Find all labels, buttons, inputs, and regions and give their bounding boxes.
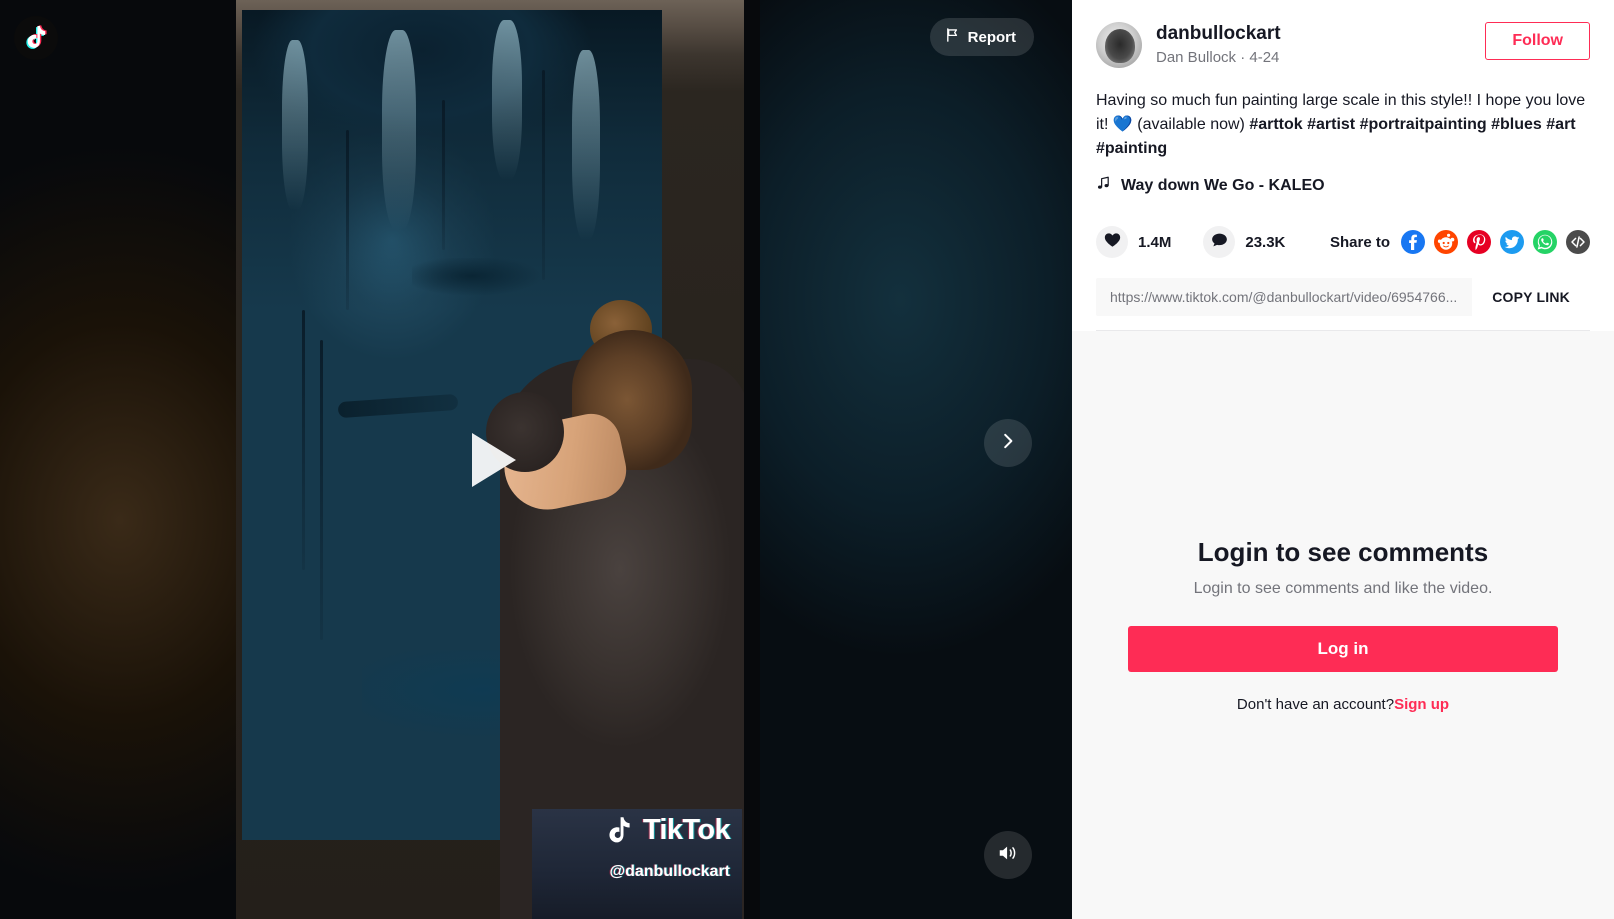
paint-drip bbox=[320, 340, 323, 640]
music-row[interactable]: Way down We Go - KALEO bbox=[1096, 175, 1590, 196]
video-stage: TikTok @danbullockart Report bbox=[0, 0, 1072, 919]
share-row: Share to bbox=[1330, 230, 1590, 254]
author-username[interactable]: danbullockart bbox=[1156, 22, 1485, 46]
paint-streak bbox=[492, 20, 522, 180]
report-label: Report bbox=[967, 28, 1016, 46]
signup-row: Don't have an account?Sign up bbox=[1237, 696, 1449, 713]
reddit-icon[interactable] bbox=[1434, 230, 1458, 254]
paint-drip bbox=[302, 310, 305, 570]
tiktok-video-page: TikTok @danbullockart Report danbullocka… bbox=[0, 0, 1614, 919]
paint-streak bbox=[382, 30, 416, 230]
pinterest-icon[interactable] bbox=[1467, 230, 1491, 254]
share-url-field[interactable]: https://www.tiktok.com/@danbullockart/vi… bbox=[1096, 278, 1473, 316]
share-label: Share to bbox=[1329, 233, 1390, 251]
comment-button[interactable] bbox=[1203, 226, 1236, 258]
info-panel: danbullockart Dan Bullock · 4-24 Follow … bbox=[1072, 0, 1614, 919]
chevron-right-icon bbox=[999, 432, 1017, 455]
tiktok-logo-icon[interactable] bbox=[14, 16, 58, 60]
volume-button[interactable] bbox=[984, 831, 1032, 879]
heart-icon bbox=[1104, 232, 1121, 253]
paint-streak bbox=[282, 40, 308, 210]
volume-on-icon bbox=[997, 843, 1019, 868]
like-button[interactable] bbox=[1096, 226, 1128, 258]
like-stat: 1.4M bbox=[1096, 226, 1171, 258]
author-meta: danbullockart Dan Bullock · 4-24 bbox=[1156, 22, 1485, 69]
author-row: danbullockart Dan Bullock · 4-24 Follow bbox=[1096, 22, 1590, 69]
paint-drip bbox=[442, 100, 445, 250]
post-caption: Having so much fun painting large scale … bbox=[1096, 89, 1590, 161]
comment-count: 23.3K bbox=[1245, 233, 1286, 251]
follow-button[interactable]: Follow bbox=[1485, 22, 1590, 60]
report-button[interactable]: Report bbox=[929, 18, 1034, 56]
music-title: Way down We Go - KALEO bbox=[1121, 176, 1325, 194]
engagement-row: 1.4M 23.3K Share to bbox=[1096, 226, 1590, 258]
copy-link-button[interactable]: COPY LINK bbox=[1472, 278, 1590, 316]
signup-link[interactable]: Sign up bbox=[1394, 696, 1449, 713]
facebook-icon[interactable] bbox=[1401, 230, 1425, 254]
embed-icon[interactable] bbox=[1566, 230, 1590, 254]
music-note-icon bbox=[1096, 175, 1111, 196]
video-player[interactable]: TikTok @danbullockart bbox=[236, 0, 744, 919]
signup-prompt: Don't have an account? bbox=[1236, 696, 1395, 713]
paint-drip bbox=[346, 130, 349, 310]
comment-icon bbox=[1211, 232, 1228, 253]
painter-jeans bbox=[532, 809, 742, 919]
author-subtitle: Dan Bullock · 4-24 bbox=[1156, 49, 1280, 66]
copy-link-row: https://www.tiktok.com/@danbullockart/vi… bbox=[1096, 278, 1590, 316]
play-icon[interactable] bbox=[455, 425, 525, 495]
painting-eye bbox=[412, 258, 547, 296]
panel-header: danbullockart Dan Bullock · 4-24 Follow … bbox=[1072, 0, 1614, 331]
twitter-icon[interactable] bbox=[1500, 230, 1524, 254]
comment-stat: 23.3K bbox=[1203, 226, 1285, 258]
paint-drip bbox=[542, 70, 545, 280]
painting-brow bbox=[337, 393, 459, 419]
like-count: 1.4M bbox=[1138, 233, 1172, 251]
login-button[interactable]: Log in bbox=[1128, 626, 1558, 672]
login-title: Login to see comments bbox=[1197, 537, 1489, 567]
whatsapp-icon[interactable] bbox=[1533, 230, 1557, 254]
paint-streak bbox=[572, 50, 600, 240]
next-video-button[interactable] bbox=[984, 419, 1032, 467]
avatar[interactable] bbox=[1096, 22, 1142, 68]
flag-icon bbox=[945, 27, 960, 47]
login-subtitle: Login to see comments and like the video… bbox=[1193, 580, 1493, 597]
login-prompt-area: Login to see comments Login to see comme… bbox=[1072, 331, 1614, 919]
